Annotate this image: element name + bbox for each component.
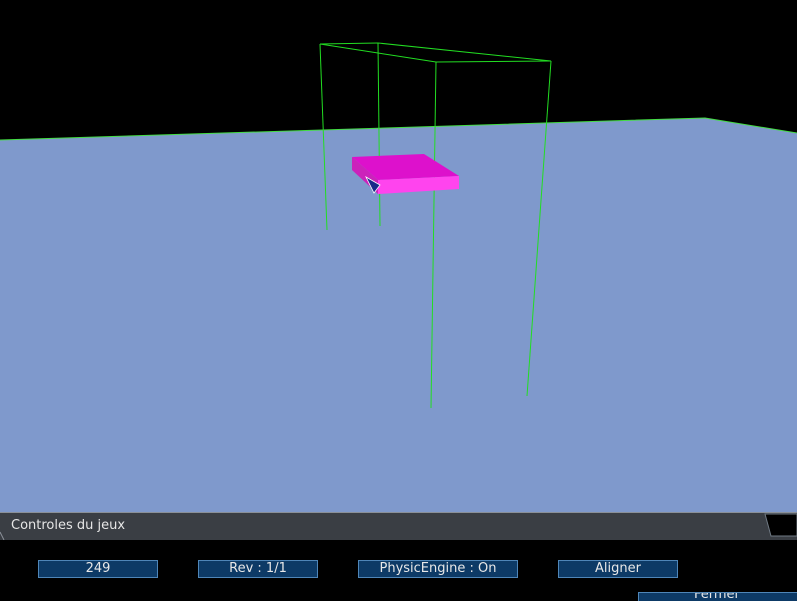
- revision-button[interactable]: Rev : 1/1: [198, 560, 318, 578]
- scene-canvas[interactable]: [0, 0, 797, 512]
- game-controls-panel: Controles du jeux 249 Rev : 1/1 PhysicEn…: [0, 512, 797, 601]
- close-button-label: Fermer: [694, 592, 740, 601]
- panel-header: Controles du jeux: [0, 512, 797, 540]
- physic-engine-toggle-button[interactable]: PhysicEngine : On: [358, 560, 518, 578]
- align-button[interactable]: Aligner: [558, 560, 678, 578]
- close-button[interactable]: Fermer: [638, 592, 797, 601]
- 3d-viewport[interactable]: [0, 0, 797, 512]
- panel-title: Controles du jeux: [11, 518, 126, 533]
- object-count-button[interactable]: 249: [38, 560, 158, 578]
